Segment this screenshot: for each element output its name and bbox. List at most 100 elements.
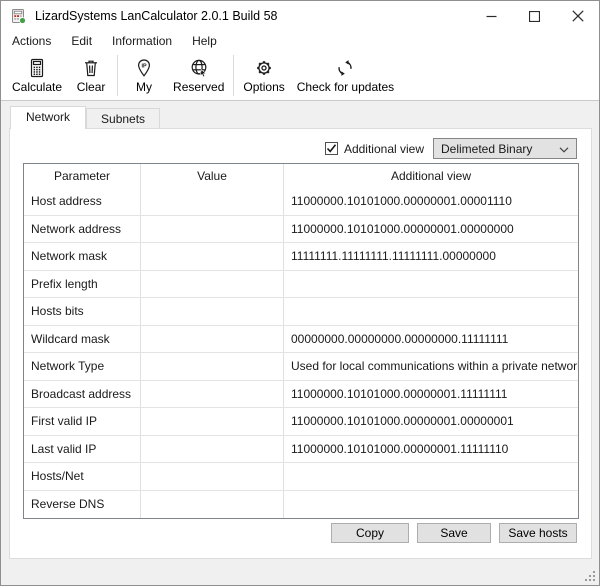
menu-bar: Actions Edit Information Help [1,31,599,51]
parameter-cell: Network address [24,216,140,243]
check-updates-label: Check for updates [297,80,394,94]
value-cell [140,216,283,243]
parameter-cell: Host address [24,188,140,215]
additional-cell: 11000000.10101000.00000001.00000001 [283,408,578,435]
tab-network[interactable]: Network [10,106,86,129]
minimize-button[interactable] [470,1,513,31]
value-cell [140,298,283,325]
my-ip-label: My [136,80,152,94]
window-controls [470,1,599,31]
menu-edit[interactable]: Edit [61,32,102,50]
value-cell [140,381,283,408]
table-row[interactable]: Host address 11000000.10101000.00000001.… [24,188,578,216]
additional-view-checkbox[interactable] [325,142,338,155]
table-row[interactable]: Wildcard mask 00000000.00000000.00000000… [24,326,578,354]
options-button[interactable]: Options [237,51,290,100]
calculate-button[interactable]: Calculate [6,51,68,100]
clear-button[interactable]: Clear [68,51,114,100]
additional-view-label: Additional view [344,142,424,156]
parameter-cell: Network mask [24,243,140,270]
map-pin-ip-icon: IP [134,57,154,79]
view-controls: Additional view Delimeted Binary [325,138,577,159]
tab-page-network: Additional view Delimeted Binary Paramet… [9,128,592,559]
table-row[interactable]: Broadcast address 11000000.10101000.0000… [24,381,578,409]
table-row[interactable]: Prefix length [24,271,578,299]
header-parameter: Parameter [24,164,140,188]
value-cell [140,436,283,463]
additional-cell: 11000000.10101000.00000001.00001110 [283,188,578,215]
app-window: LizardSystems LanCalculator 2.0.1 Build … [0,0,600,586]
table-row[interactable]: First valid IP 11000000.10101000.0000000… [24,408,578,436]
view-mode-dropdown[interactable]: Delimeted Binary [433,138,577,159]
header-additional-view: Additional view [283,164,578,188]
value-cell [140,326,283,353]
tab-subnets-label: Subnets [101,112,145,126]
value-cell [140,491,283,519]
close-button[interactable] [556,1,599,31]
clear-label: Clear [77,80,106,94]
minimize-icon [486,11,497,22]
table-row[interactable]: Network Type Used for local communicatio… [24,353,578,381]
toolbar-separator [117,55,118,96]
tab-strip: Network Subnets [10,106,160,129]
tab-subnets[interactable]: Subnets [86,108,160,128]
refresh-icon [335,57,355,79]
reserved-label: Reserved [173,80,224,94]
parameter-cell: First valid IP [24,408,140,435]
additional-cell: 11000000.10101000.00000001.00000000 [283,216,578,243]
parameter-cell: Wildcard mask [24,326,140,353]
calculate-label: Calculate [12,80,62,94]
table-header-row: Parameter Value Additional view [24,164,578,188]
additional-cell: 11000000.10101000.00000001.11111111 [283,381,578,408]
title-bar[interactable]: LizardSystems LanCalculator 2.0.1 Build … [1,1,599,31]
save-button[interactable]: Save [417,523,491,543]
menu-actions[interactable]: Actions [2,32,61,50]
table-row[interactable]: Hosts/Net [24,463,578,491]
parameter-cell: Broadcast address [24,381,140,408]
results-table: Parameter Value Additional view Host add… [23,163,579,519]
my-ip-button[interactable]: IP My [121,51,167,100]
save-hosts-button[interactable]: Save hosts [499,523,577,543]
additional-cell: 00000000.00000000.00000000.11111111 [283,326,578,353]
globe-cursor-icon [189,57,209,79]
options-label: Options [243,80,284,94]
value-cell [140,243,283,270]
svg-text:IP: IP [141,63,146,69]
additional-cell [283,298,578,325]
parameter-cell: Last valid IP [24,436,140,463]
parameter-cell: Hosts bits [24,298,140,325]
parameter-cell: Network Type [24,353,140,380]
table-row[interactable]: Reverse DNS [24,491,578,519]
tab-network-label: Network [26,110,70,124]
table-row[interactable]: Last valid IP 11000000.10101000.00000001… [24,436,578,464]
menu-help[interactable]: Help [182,32,227,50]
header-value: Value [140,164,283,188]
maximize-button[interactable] [513,1,556,31]
resize-grip[interactable] [584,570,596,582]
app-logo-icon [10,8,26,24]
additional-cell: 11000000.10101000.00000001.11111110 [283,436,578,463]
table-row[interactable]: Hosts bits [24,298,578,326]
reserved-button[interactable]: Reserved [167,51,230,100]
toolbar-separator [233,55,234,96]
menu-information[interactable]: Information [102,32,182,50]
value-cell [140,188,283,215]
value-cell [140,463,283,490]
view-mode-value: Delimeted Binary [441,142,532,156]
parameter-cell: Prefix length [24,271,140,298]
table-row[interactable]: Network address 11000000.10101000.000000… [24,216,578,244]
gear-icon [254,57,274,79]
table-row[interactable]: Network mask 11111111.11111111.11111111.… [24,243,578,271]
additional-cell [283,491,578,519]
value-cell [140,353,283,380]
footer-buttons: Copy Save Save hosts [331,523,577,543]
chevron-down-icon [559,147,569,153]
additional-cell [283,271,578,298]
maximize-icon [529,11,540,22]
window-title: LizardSystems LanCalculator 2.0.1 Build … [35,9,278,23]
check-updates-button[interactable]: Check for updates [291,51,400,100]
toolbar: Calculate Clear IP M [1,51,599,101]
copy-button[interactable]: Copy [331,523,409,543]
parameter-cell: Hosts/Net [24,463,140,490]
value-cell [140,408,283,435]
